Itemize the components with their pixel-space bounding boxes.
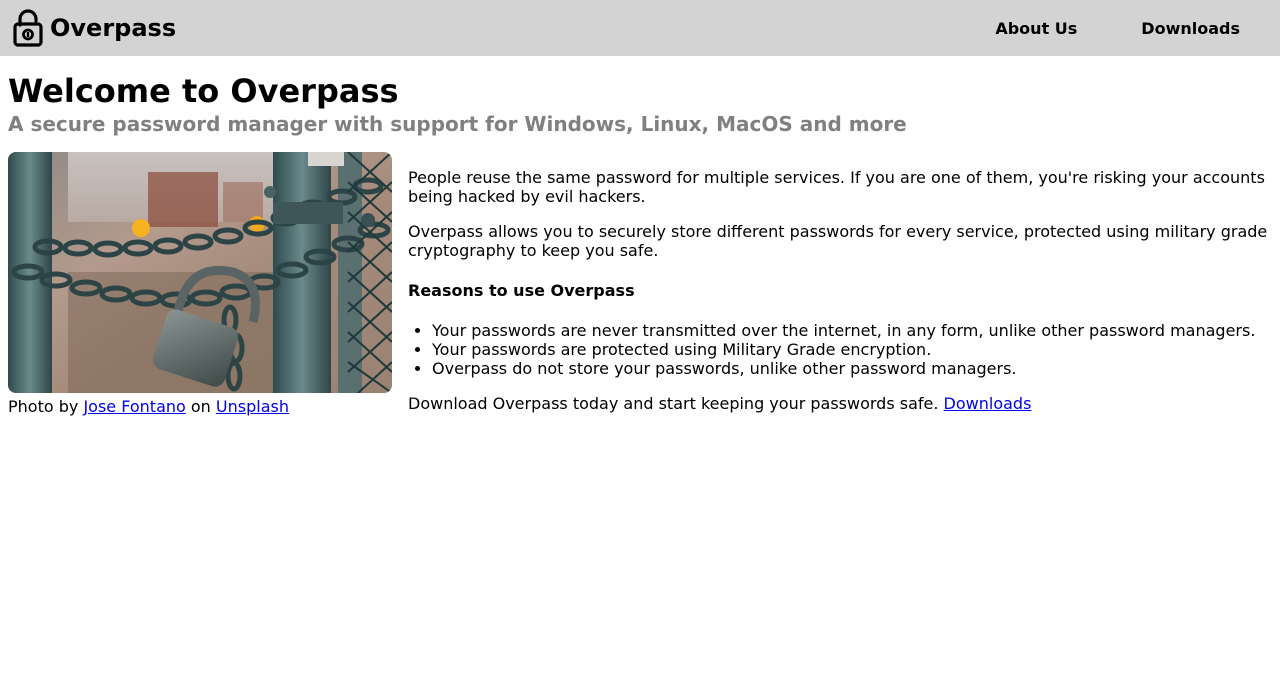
page-subtitle: A secure password manager with support f…	[8, 112, 907, 136]
list-item: Overpass do not store your passwords, un…	[432, 359, 1272, 378]
credit-author-link[interactable]: Jose Fontano	[83, 397, 185, 416]
list-item: Your passwords are protected using Milit…	[432, 340, 1272, 359]
feature-paragraph: Overpass allows you to securely store di…	[408, 222, 1268, 260]
credit-site-link[interactable]: Unsplash	[216, 397, 289, 416]
padlock-icon	[13, 9, 43, 47]
reasons-heading: Reasons to use Overpass	[408, 281, 635, 300]
credit-prefix: Photo by	[8, 397, 79, 416]
top-navbar: Overpass About Us Downloads	[0, 0, 1280, 56]
padlock-chain-photo	[8, 152, 392, 393]
download-line: Download Overpass today and start keepin…	[408, 394, 1272, 413]
brand-name: Overpass	[50, 14, 177, 42]
download-text: Download Overpass today and start keepin…	[408, 394, 939, 413]
brand-link[interactable]: Overpass	[12, 9, 176, 47]
main-content: Photo by Jose Fontano on Unsplash People…	[8, 152, 1272, 418]
photo-column: Photo by Jose Fontano on Unsplash	[8, 152, 392, 418]
main-nav: About Us Downloads	[963, 0, 1272, 56]
list-item: Your passwords are never transmitted ove…	[432, 321, 1272, 340]
text-column: People reuse the same password for multi…	[408, 152, 1272, 418]
credit-middle: on	[190, 397, 211, 416]
nav-about-us[interactable]: About Us	[963, 0, 1109, 56]
intro-paragraph: People reuse the same password for multi…	[408, 168, 1265, 206]
reasons-list: Your passwords are never transmitted ove…	[408, 321, 1272, 378]
downloads-link[interactable]: Downloads	[944, 394, 1032, 413]
page-title: Welcome to Overpass	[8, 72, 399, 110]
photo-credit: Photo by Jose Fontano on Unsplash	[8, 396, 392, 418]
page-content: Welcome to Overpass A secure password ma…	[0, 73, 1280, 418]
nav-downloads[interactable]: Downloads	[1109, 0, 1272, 56]
